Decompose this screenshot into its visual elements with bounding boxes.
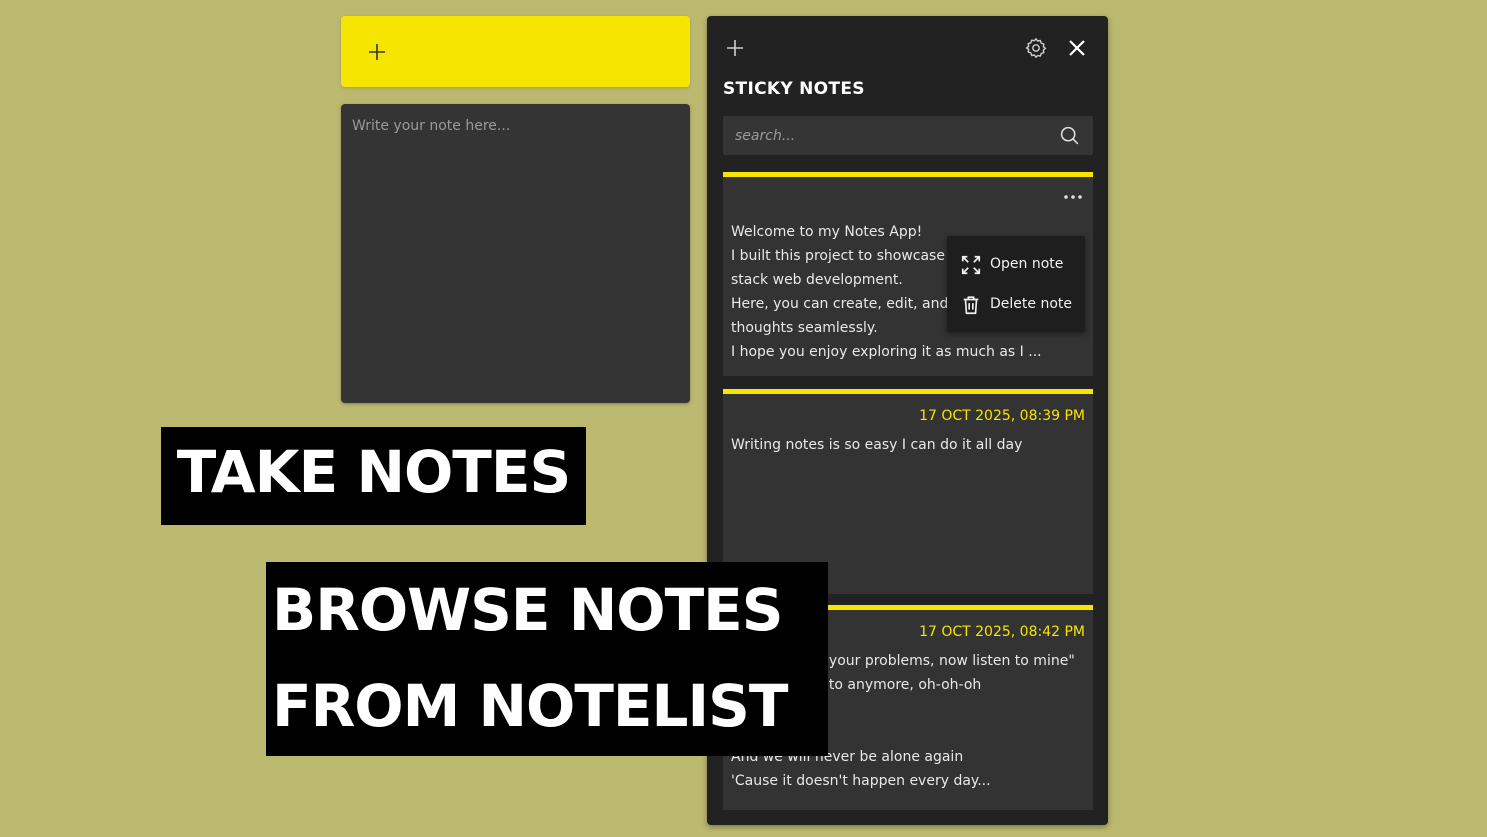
take-notes-caption-text: TAKE NOTES bbox=[176, 438, 572, 506]
note-date: 17 OCT 2025, 08:42 PM bbox=[919, 624, 1085, 640]
note-text: Writing notes is so easy I can do it all… bbox=[731, 437, 1023, 453]
more-options-icon[interactable] bbox=[1063, 193, 1083, 201]
close-icon[interactable] bbox=[1065, 36, 1089, 60]
plus-icon[interactable] bbox=[723, 36, 747, 60]
take-notes-caption: TAKE NOTES bbox=[161, 427, 586, 525]
delete-note-label: Delete note bbox=[990, 296, 1072, 312]
note-editor bbox=[341, 104, 690, 403]
note-context-menu: Open note Delete note bbox=[947, 236, 1085, 332]
search-icon[interactable] bbox=[1059, 125, 1080, 146]
note-editor-header bbox=[341, 16, 690, 87]
browse-notes-caption: BROWSE NOTES FROM NOTELIST bbox=[266, 562, 828, 756]
search-input[interactable] bbox=[723, 116, 1043, 155]
plus-icon[interactable] bbox=[365, 40, 389, 64]
expand-icon bbox=[961, 255, 981, 275]
open-note-menu-item[interactable]: Open note bbox=[947, 244, 1085, 284]
panel-title: STICKY NOTES bbox=[723, 79, 865, 99]
gear-icon[interactable] bbox=[1024, 36, 1048, 60]
search-bar bbox=[723, 116, 1093, 155]
delete-note-menu-item[interactable]: Delete note bbox=[947, 284, 1085, 324]
browse-caption-line1: BROWSE NOTES bbox=[272, 576, 784, 644]
note-date: 17 OCT 2025, 08:39 PM bbox=[919, 408, 1085, 424]
browse-caption-line2: FROM NOTELIST bbox=[272, 672, 788, 740]
trash-icon bbox=[963, 296, 979, 315]
open-note-label: Open note bbox=[990, 256, 1064, 272]
note-text-input[interactable] bbox=[341, 104, 690, 403]
